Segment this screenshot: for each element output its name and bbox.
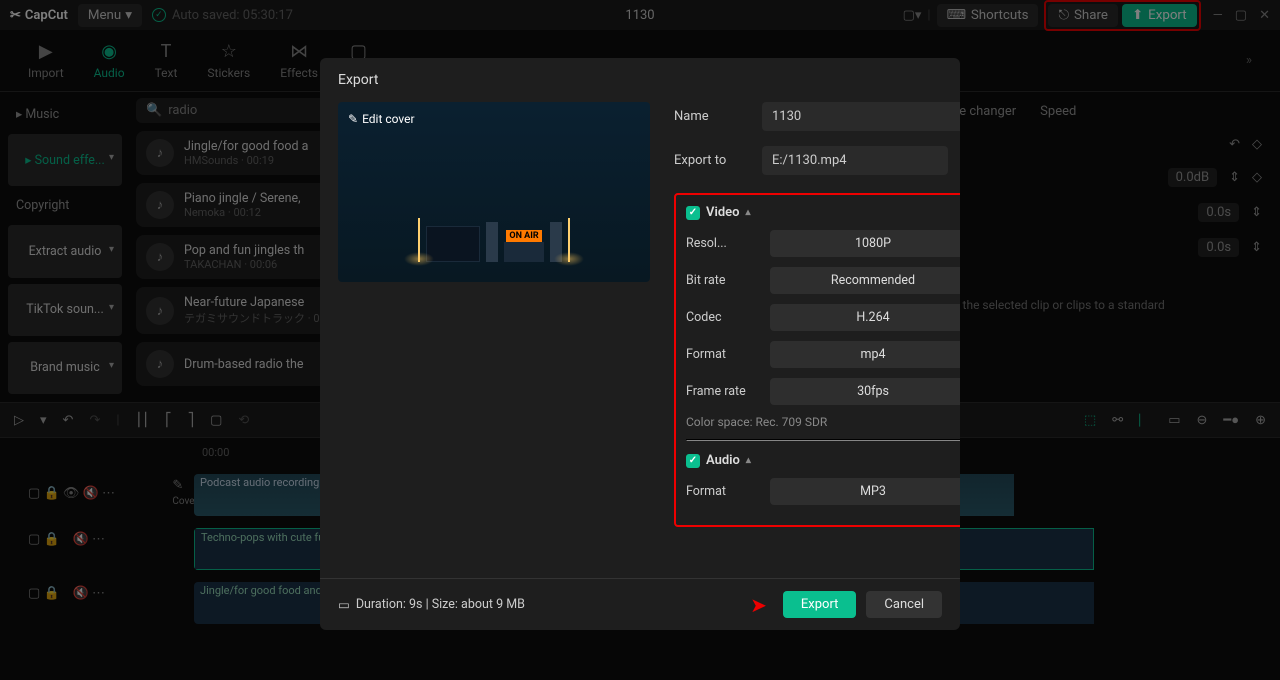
name-input[interactable] xyxy=(762,102,960,131)
audio-format-label: Format xyxy=(686,484,760,499)
codec-label: Codec xyxy=(686,310,760,325)
cover-preview[interactable]: ✎ Edit cover ON AIR xyxy=(338,102,650,282)
resolution-select[interactable]: 1080P xyxy=(770,230,960,257)
video-section-label: Video xyxy=(706,205,740,220)
modal-title: Export xyxy=(320,58,960,102)
format-select[interactable]: mp4 xyxy=(770,341,960,368)
bitrate-label: Bit rate xyxy=(686,273,760,288)
colorspace-text: Color space: Rec. 709 SDR xyxy=(686,415,960,429)
onair-badge: ON AIR xyxy=(506,230,541,242)
framerate-label: Frame rate xyxy=(686,384,760,399)
resolution-label: Resol... xyxy=(686,236,760,251)
codec-select[interactable]: H.264 xyxy=(770,304,960,331)
bitrate-select[interactable]: Recommended xyxy=(770,267,960,294)
export-button[interactable]: Export xyxy=(783,591,857,618)
exportto-label: Export to xyxy=(674,153,750,168)
exportto-input[interactable] xyxy=(762,146,948,175)
export-modal: Export ✎ Edit cover ON AIR Name xyxy=(320,58,960,630)
name-label: Name xyxy=(674,109,750,124)
audio-section-label: Audio xyxy=(706,453,740,468)
duration-info: ▭ Duration: 9s | Size: about 9 MB xyxy=(338,597,525,613)
audio-format-select[interactable]: MP3 xyxy=(770,478,960,505)
format-label: Format xyxy=(686,347,760,362)
edit-cover-button[interactable]: ✎ Edit cover xyxy=(348,112,415,126)
audio-checkbox[interactable]: ✓ xyxy=(686,454,700,468)
settings-highlight: ✓Video ▴ Resol...1080P Bit rateRecommend… xyxy=(674,193,960,527)
video-checkbox[interactable]: ✓ xyxy=(686,206,700,220)
arrow-annotation: ➤ xyxy=(750,593,767,617)
cancel-button[interactable]: Cancel xyxy=(866,591,942,618)
framerate-select[interactable]: 30fps xyxy=(770,378,960,405)
